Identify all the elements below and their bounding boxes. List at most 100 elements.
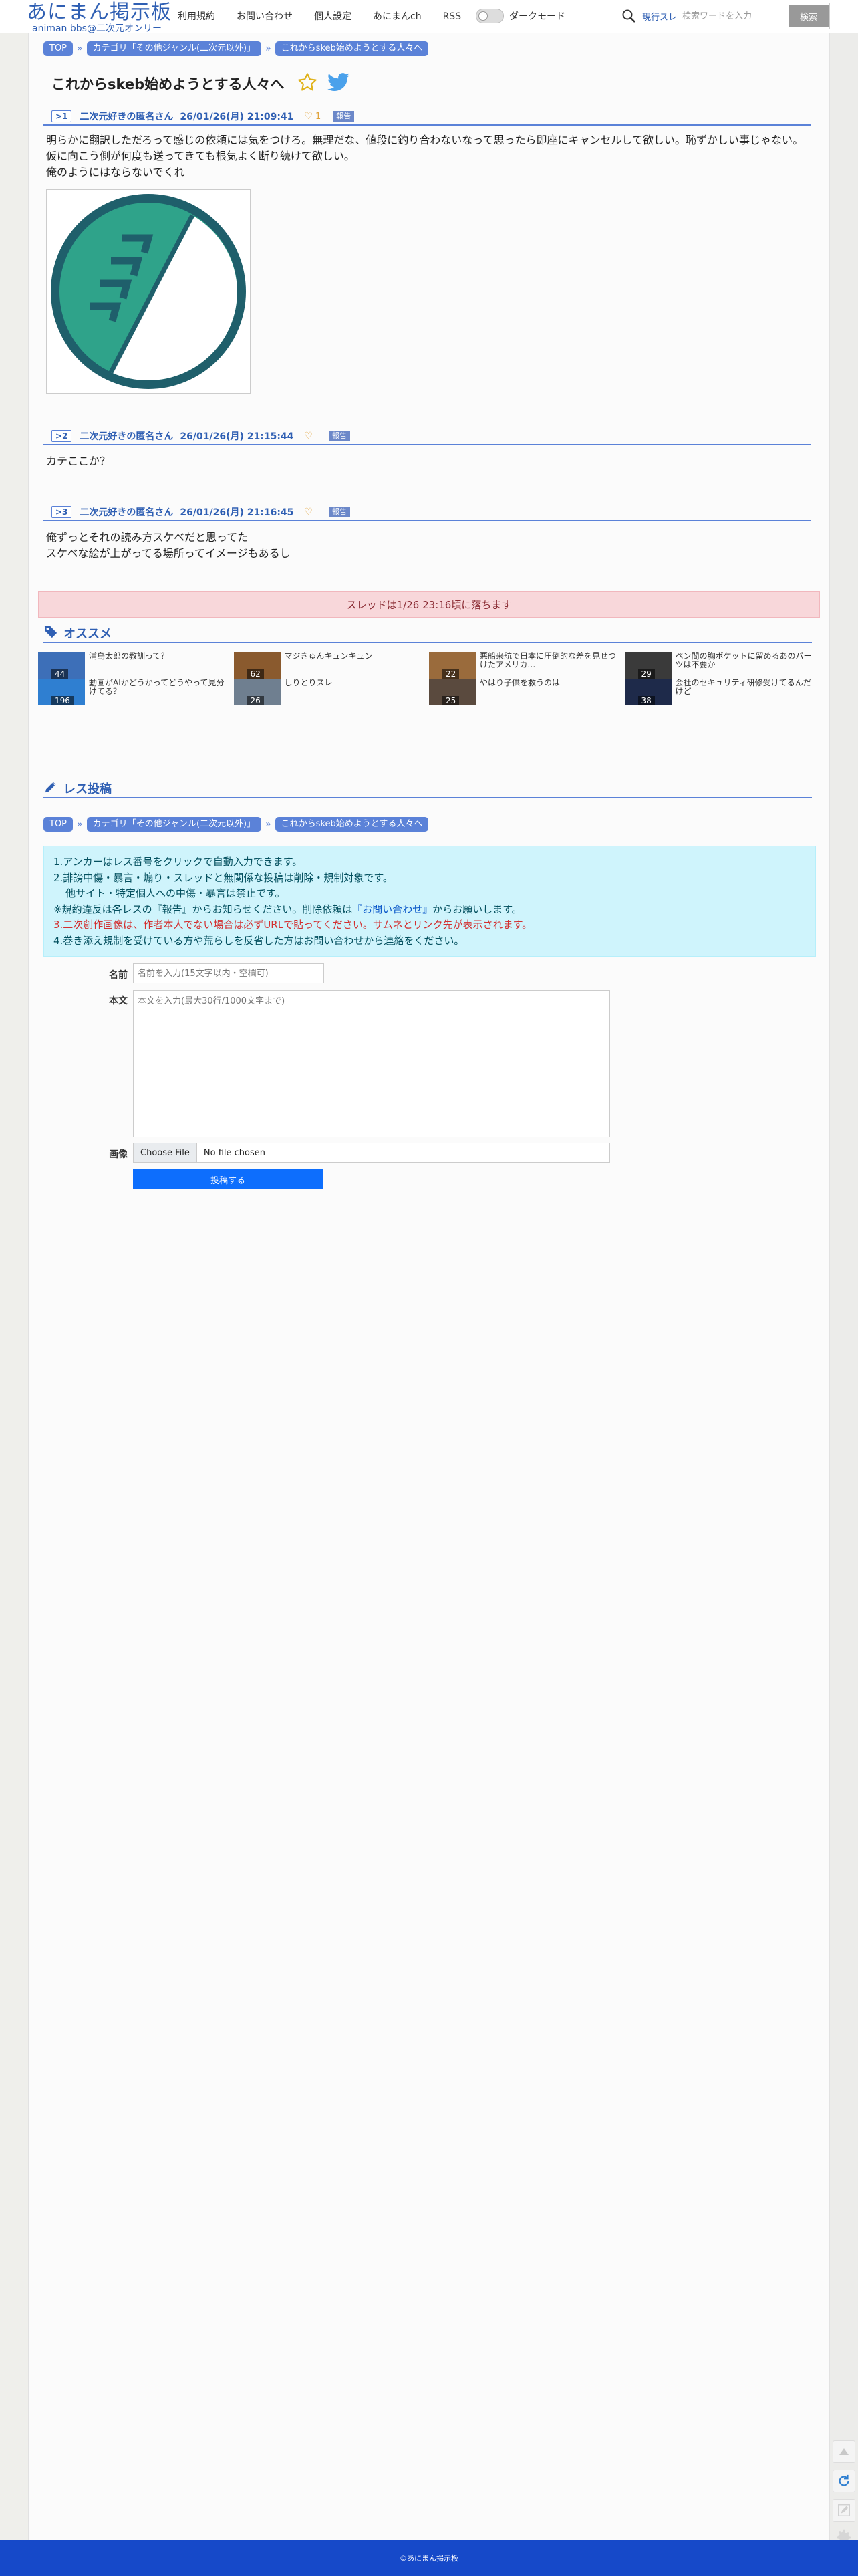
recommend-title[interactable]: マジきゅんキュンキュン: [281, 652, 425, 679]
recommend-column: 44 浦島太郎の教訓って？ 196 動画がAIかどうかってどうやって見分けてる？: [38, 652, 234, 705]
heart-icon[interactable]: ♡: [304, 507, 313, 517]
arrow-up-icon: [839, 2448, 849, 2455]
post-line: カテここか？: [46, 455, 111, 467]
image-file-input[interactable]: Choose File No file chosen: [133, 1143, 610, 1163]
recommend-item[interactable]: 38 会社のセキュリティ研修受けてるんだけど: [624, 679, 821, 705]
rule-text: ※規約違反は各レスの『報告』からお知らせください。削除依頼は: [53, 903, 353, 915]
scroll-top-button[interactable]: [833, 2440, 855, 2463]
recommend-header: オススメ: [43, 624, 812, 643]
body-textarea[interactable]: [133, 990, 610, 1137]
reload-button[interactable]: [833, 2470, 855, 2492]
breadcrumb: TOP » カテゴリ「その他ジャンル(二次元以外)」 » これからskeb始めよ…: [43, 41, 429, 56]
breadcrumb-top[interactable]: TOP: [43, 817, 74, 832]
recommend-thumbnail[interactable]: 29: [624, 652, 672, 679]
recommend-item[interactable]: 29 ペン間の胸ポケットに留めるあのパーツは不要か: [624, 652, 821, 679]
post-body: 俺ずっとそれの読み方スケベだと思ってた スケベな絵が上がってる場所ってイメージも…: [46, 530, 291, 562]
thread-title-row: これからskeb始めようとする人々へ: [51, 72, 350, 96]
toggle-knob: [478, 11, 488, 21]
dark-mode-label: ダークモード: [509, 11, 565, 22]
recommend-thumbnail[interactable]: 196: [38, 679, 85, 705]
search-scope[interactable]: 現行スレ: [642, 10, 677, 23]
recommend-thumbnail[interactable]: 62: [233, 652, 281, 679]
recommend-thumbnail[interactable]: 44: [38, 652, 85, 679]
recommend-title[interactable]: 動画がAIかどうかってどうやって見分けてる？: [85, 679, 229, 705]
report-button[interactable]: 報告: [333, 111, 355, 122]
recommend-item[interactable]: 62 マジきゅんキュンキュン: [233, 652, 430, 679]
res-number[interactable]: >2: [51, 430, 72, 442]
breadcrumb-category[interactable]: カテゴリ「その他ジャンル(二次元以外)」: [86, 817, 262, 832]
posting-rules: 1.アンカーはレス番号をクリックで自動入力できます。 2.誹謗中傷・暴言・煽り・…: [43, 846, 816, 957]
recommend-item[interactable]: 22 悪船来航で日本に圧倒的な差を見せつけたアメリカ…: [429, 652, 625, 679]
report-button[interactable]: 報告: [328, 507, 350, 517]
recommend-item[interactable]: 25 やはり子供を救うのは: [429, 679, 625, 705]
nav-rss[interactable]: RSS: [443, 9, 462, 24]
dark-mode-toggle[interactable]: ダークモード: [476, 9, 565, 23]
res-number[interactable]: >3: [51, 506, 72, 518]
recommend-item[interactable]: 44 浦島太郎の教訓って？: [38, 652, 234, 679]
breadcrumb-category[interactable]: カテゴリ「その他ジャンル(二次元以外)」: [86, 41, 262, 56]
recommend-title: オススメ: [63, 627, 112, 641]
write-button[interactable]: [833, 2499, 855, 2522]
submit-button[interactable]: 投稿する: [133, 1169, 323, 1189]
site-logo[interactable]: あにまん掲示板 animan bbs@二次元オンリー: [27, 1, 172, 34]
search-icon[interactable]: [615, 3, 642, 29]
search-button[interactable]: 検索: [789, 5, 829, 27]
tag-icon: [43, 624, 58, 642]
right-margin: [830, 33, 858, 2540]
post-date: 26/01/26(月) 21:15:44: [180, 431, 294, 442]
post-image[interactable]: [46, 189, 251, 394]
contact-link[interactable]: 『お問い合わせ』: [352, 903, 432, 915]
recommend-thumbnail[interactable]: 22: [429, 652, 476, 679]
nav-contact[interactable]: お問い合わせ: [237, 9, 293, 24]
nav-settings[interactable]: 個人設定: [314, 9, 351, 24]
breadcrumb-thread[interactable]: これからskeb始めようとする人々へ: [275, 41, 429, 56]
recommend-thumbnail[interactable]: 25: [429, 679, 476, 705]
report-button[interactable]: 報告: [328, 431, 350, 441]
toggle-switch[interactable]: [476, 9, 504, 23]
page-title: これからskeb始めようとする人々へ: [51, 76, 285, 92]
recommend-title[interactable]: やはり子供を救うのは: [476, 679, 620, 705]
heart-icon[interactable]: ♡: [304, 431, 313, 441]
comment-count: 29: [637, 669, 655, 679]
post-date: 26/01/26(月) 21:16:45: [180, 507, 294, 518]
nav-terms[interactable]: 利用規約: [178, 9, 215, 24]
body-label: 本文: [109, 996, 128, 1006]
choose-file-button[interactable]: Choose File: [134, 1143, 197, 1162]
image-label: 画像: [109, 1149, 128, 1160]
recommend-title[interactable]: 浦島太郎の教訓って？: [85, 652, 229, 679]
recommend-title[interactable]: 悪船来航で日本に圧倒的な差を見せつけたアメリカ…: [476, 652, 620, 679]
recommend-item[interactable]: 196 動画がAIかどうかってどうやって見分けてる？: [38, 679, 234, 705]
heart-icon[interactable]: ♡: [304, 111, 313, 122]
breadcrumb-thread[interactable]: これからskeb始めようとする人々へ: [275, 817, 429, 832]
comment-count: 26: [247, 696, 264, 705]
rule-line: 2.誹謗中傷・暴言・煽り・スレッドと無関係な投稿は削除・規制対象です。: [53, 871, 393, 884]
post-date: 26/01/26(月) 21:09:41: [180, 112, 294, 122]
res-number[interactable]: >1: [51, 110, 72, 122]
search-input[interactable]: [682, 11, 783, 21]
rule-line: 4.巻き添え規制を受けている方や荒らしを反省した方はお問い合わせから連絡をくださ…: [53, 934, 464, 947]
post-line: 俺ずっとそれの読み方スケベだと思ってた: [46, 531, 249, 544]
breadcrumb-separator: »: [265, 819, 271, 830]
comment-count: 62: [247, 669, 264, 679]
recommend-thumbnail[interactable]: 26: [233, 679, 281, 705]
poster-name: 二次元好きの匿名さん: [80, 507, 174, 518]
breadcrumb-separator: »: [265, 43, 271, 54]
post-line: 俺のようにはならないでくれ: [46, 166, 185, 179]
recommend-column: 22 悪船来航で日本に圧倒的な差を見せつけたアメリカ… 25 やはり子供を救うのは: [429, 652, 625, 705]
comment-count: 196: [51, 696, 74, 705]
recommend-thumbnail[interactable]: 38: [624, 679, 672, 705]
breadcrumb-top[interactable]: TOP: [43, 41, 74, 56]
nav-animanch[interactable]: あにまんch: [373, 9, 422, 24]
logo-main-text: あにまん掲示板: [27, 1, 172, 24]
recommend-title[interactable]: 会社のセキュリティ研修受けてるんだけど: [672, 679, 816, 705]
recommend-column: 62 マジきゅんキュンキュン 26 しりとりスレ: [233, 652, 430, 705]
edit-icon: [838, 2504, 850, 2516]
breadcrumb-bottom: TOP » カテゴリ「その他ジャンル(二次元以外)」 » これからskeb始めよ…: [43, 817, 429, 832]
notebook-logo-icon: [49, 193, 247, 390]
recommend-title[interactable]: しりとりスレ: [281, 679, 425, 705]
recommend-title[interactable]: ペン間の胸ポケットに留めるあのパーツは不要か: [672, 652, 816, 679]
star-icon[interactable]: [297, 72, 318, 96]
name-input[interactable]: [133, 963, 324, 983]
recommend-item[interactable]: 26 しりとりスレ: [233, 679, 430, 705]
twitter-icon[interactable]: [327, 72, 350, 95]
